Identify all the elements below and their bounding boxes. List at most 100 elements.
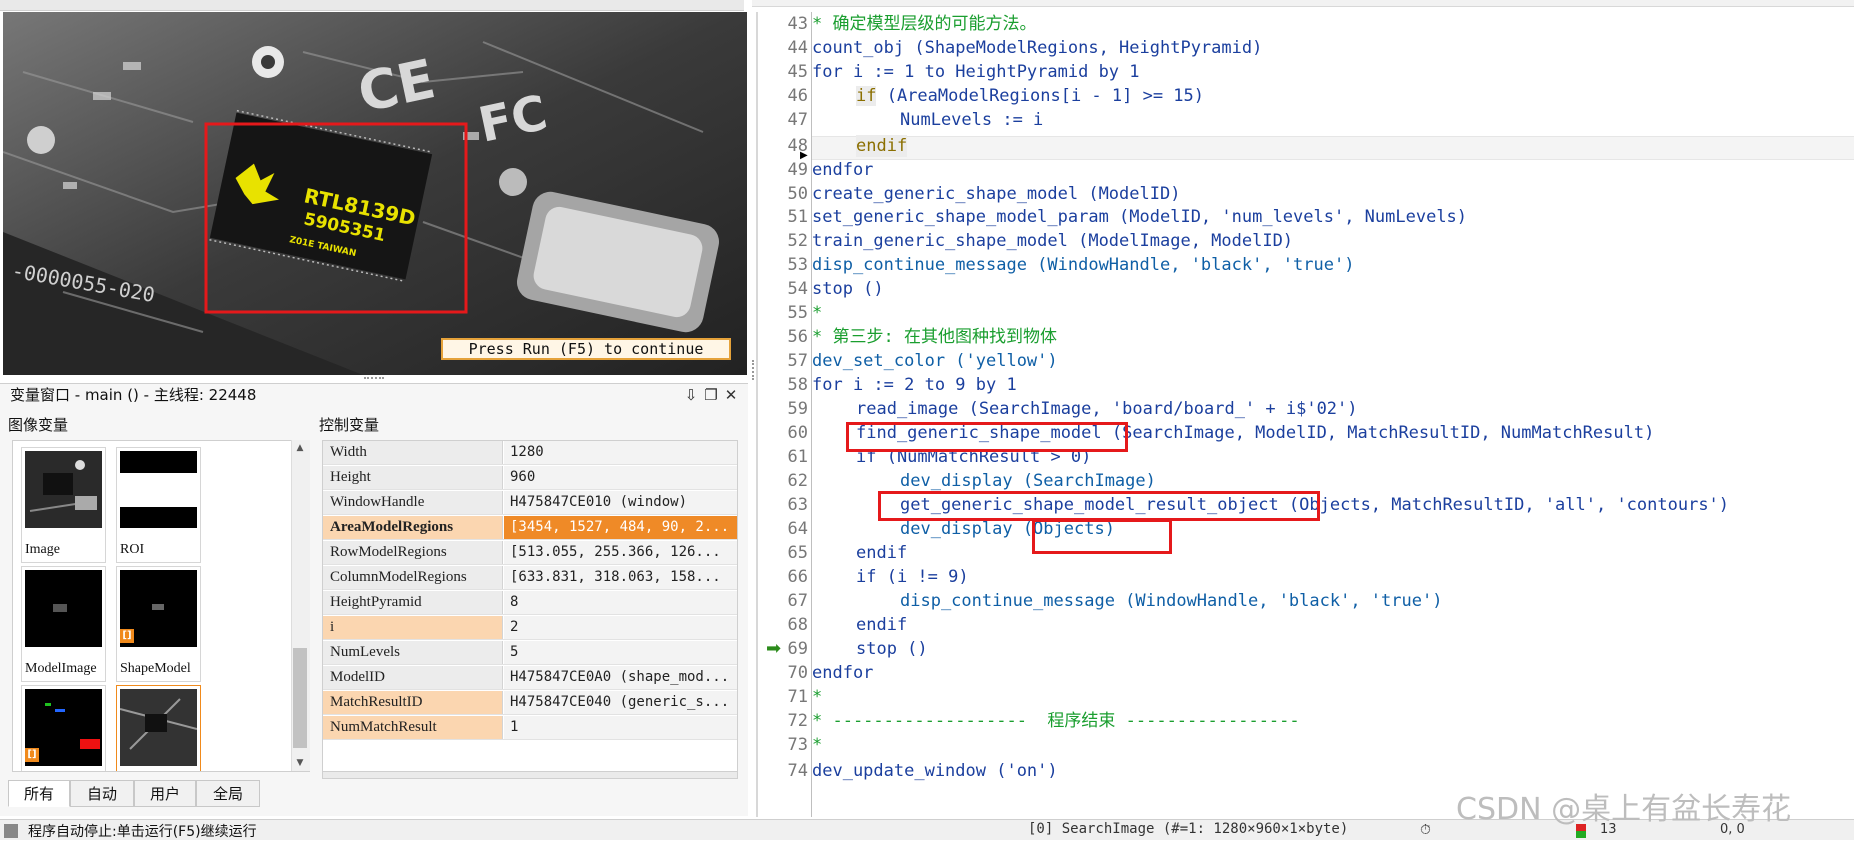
line-number: 54	[787, 279, 808, 299]
code-line[interactable]: * 第三步: 在其他图种找到物体	[812, 326, 1057, 348]
close-icon[interactable]: ✕	[722, 386, 740, 404]
control-var-row[interactable]: RowModelRegions [513.055, 255.366, 126...	[323, 541, 737, 565]
graphics-toolbar	[0, 0, 744, 11]
var-value: H475847CE0A0 (shape_mod...	[504, 666, 737, 689]
scroll-up-icon[interactable]: ▲	[291, 440, 309, 456]
float-window-icon[interactable]: ❐	[702, 386, 720, 404]
code-line[interactable]: count_obj (ShapeModelRegions, HeightPyra…	[812, 37, 1262, 59]
control-var-row-selected[interactable]: AreaModelRegions [3454, 1527, 484, 90, 2.…	[323, 516, 737, 540]
shapemodel-var-thumb[interactable]: [] ShapeModel	[116, 566, 201, 682]
stopwatch-icon: ⏱	[1420, 822, 1431, 838]
code-line[interactable]: set_generic_shape_model_param (ModelID, …	[812, 206, 1467, 228]
code-line[interactable]: dev_display (SearchImage)	[900, 470, 1156, 492]
image-var-thumb[interactable]: Image	[21, 447, 106, 563]
code-line[interactable]: *	[812, 734, 822, 756]
line-number: 58	[787, 375, 808, 395]
var-name: Height	[323, 466, 503, 489]
control-vars-hscrollbar[interactable]	[322, 771, 738, 779]
line-number: 67	[787, 591, 808, 611]
var-name: AreaModelRegions	[323, 516, 503, 539]
control-var-row[interactable]: Height 960	[323, 466, 737, 490]
var-value: [3454, 1527, 484, 90, 2...	[504, 516, 737, 539]
code-line[interactable]: train_generic_shape_model (ModelImage, M…	[812, 230, 1293, 252]
control-var-row[interactable]: WindowHandle H475847CE010 (window)	[323, 491, 737, 515]
searchimage-var-thumb[interactable]	[116, 685, 201, 771]
var-name: WindowHandle	[323, 491, 503, 514]
tab-user[interactable]: 用户	[134, 780, 196, 807]
control-var-row-changed[interactable]: NumMatchResult 1	[323, 716, 737, 740]
var-name: ModelID	[323, 666, 503, 689]
code-line[interactable]: * 确定模型层级的可能方法。	[812, 13, 1036, 35]
tab-all[interactable]: 所有	[8, 780, 70, 807]
continue-message: Press Run (F5) to continue	[441, 338, 731, 360]
variable-window-title: 变量窗口 - main () - 主线程: 22448	[10, 386, 257, 404]
code-line[interactable]: dev_update_window ('on')	[812, 760, 1058, 782]
control-var-row[interactable]: NumLevels 5	[323, 641, 737, 665]
code-line[interactable]: create_generic_shape_model (ModelID)	[812, 183, 1180, 205]
code-line[interactable]: endif	[856, 542, 907, 564]
line-number: 53	[787, 255, 808, 275]
code-text: (AreaModelRegions[i - 1] >= 15)	[876, 86, 1204, 106]
var-value: [633.831, 318.063, 158...	[504, 566, 737, 589]
board-image: CE FC RTL8139D 5905351 Z01E TAIWAN -0000…	[3, 12, 747, 375]
thumb-caption: ModelImage	[25, 661, 97, 676]
code-line[interactable]: for i := 2 to 9 by 1	[812, 374, 1017, 396]
var-name: NumMatchResult	[323, 716, 503, 739]
control-variables-table: Width 1280 Height 960 WindowHandle H475847C…	[322, 440, 738, 772]
code-line[interactable]: stop ()	[812, 278, 884, 300]
scrollbar-thumb[interactable]	[293, 648, 307, 748]
tab-global[interactable]: 全局	[196, 780, 260, 807]
control-var-row-changed[interactable]: MatchResultID H475847CE040 (generic_s...	[323, 691, 737, 715]
var-value: 8	[504, 591, 737, 614]
annotation-box-get-result	[878, 491, 1320, 521]
control-var-row-changed[interactable]: i2	[323, 616, 737, 640]
code-line[interactable]: read_image (SearchImage, 'board/board_' …	[856, 398, 1358, 420]
modelimage-var-thumb[interactable]: ModelImage	[21, 566, 106, 682]
splitter-handle[interactable]	[364, 377, 384, 382]
code-line[interactable]: endif	[856, 135, 908, 157]
var-value: 2	[504, 616, 737, 639]
line-number: 45	[787, 62, 808, 82]
image-variables-label: 图像变量	[8, 416, 69, 434]
code-line[interactable]: endfor	[812, 662, 873, 684]
var-name: MatchResultID	[323, 691, 503, 714]
var-name: RowModelRegions	[323, 541, 503, 564]
code-line[interactable]: dev_set_color ('yellow')	[812, 350, 1058, 372]
line-number: 73	[787, 735, 808, 755]
code-line[interactable]: NumLevels := i	[900, 109, 1043, 131]
region-var-thumb[interactable]: []	[21, 685, 106, 771]
code-line[interactable]: if (i != 9)	[856, 566, 969, 588]
line-number: 59	[787, 399, 808, 419]
status-image-info: [0] SearchImage (#=1: 1280×960×1×byte)	[1028, 821, 1349, 837]
code-line[interactable]: endfor	[812, 159, 873, 181]
code-line[interactable]: disp_continue_message (WindowHandle, 'bl…	[812, 254, 1354, 276]
code-line[interactable]: *	[812, 686, 822, 708]
scroll-down-icon[interactable]: ▼	[291, 755, 309, 771]
line-number: 61	[787, 447, 808, 467]
code-line[interactable]: if (AreaModelRegions[i - 1] >= 15)	[856, 85, 1204, 107]
line-number: 65	[787, 543, 808, 563]
tuple-badge-icon: []	[25, 748, 39, 762]
code-line[interactable]: disp_continue_message (WindowHandle, 'bl…	[900, 590, 1442, 612]
roi-var-thumb[interactable]: ROI	[116, 447, 201, 563]
graphics-window[interactable]: CE FC RTL8139D 5905351 Z01E TAIWAN -0000…	[3, 12, 747, 375]
line-number: 71	[787, 687, 808, 707]
line-number: 49	[787, 160, 808, 180]
pin-icon[interactable]: ⇩	[682, 386, 700, 404]
roi-thumbnail	[120, 451, 197, 528]
line-number: 44	[787, 38, 808, 58]
control-var-row[interactable]: ModelID H475847CE0A0 (shape_mod...	[323, 666, 737, 690]
control-var-row[interactable]: HeightPyramid 8	[323, 591, 737, 615]
code-line[interactable]: stop ()	[856, 638, 928, 660]
code-line[interactable]: endif	[856, 614, 907, 636]
code-line[interactable]: for i := 1 to HeightPyramid by 1	[812, 61, 1140, 83]
insert-marker-icon: ▶	[800, 150, 808, 161]
tab-auto[interactable]: 自动	[70, 780, 134, 807]
code-line[interactable]: * ------------------- 程序结束 -------------…	[812, 710, 1300, 732]
control-var-row[interactable]: ColumnModelRegions [633.831, 318.063, 158…	[323, 566, 737, 590]
keyword: if	[856, 86, 877, 106]
code-line[interactable]: *	[812, 302, 822, 324]
line-number: 64	[787, 519, 808, 539]
current-line-highlight	[812, 136, 1854, 160]
control-var-row[interactable]: Width 1280	[323, 441, 737, 465]
